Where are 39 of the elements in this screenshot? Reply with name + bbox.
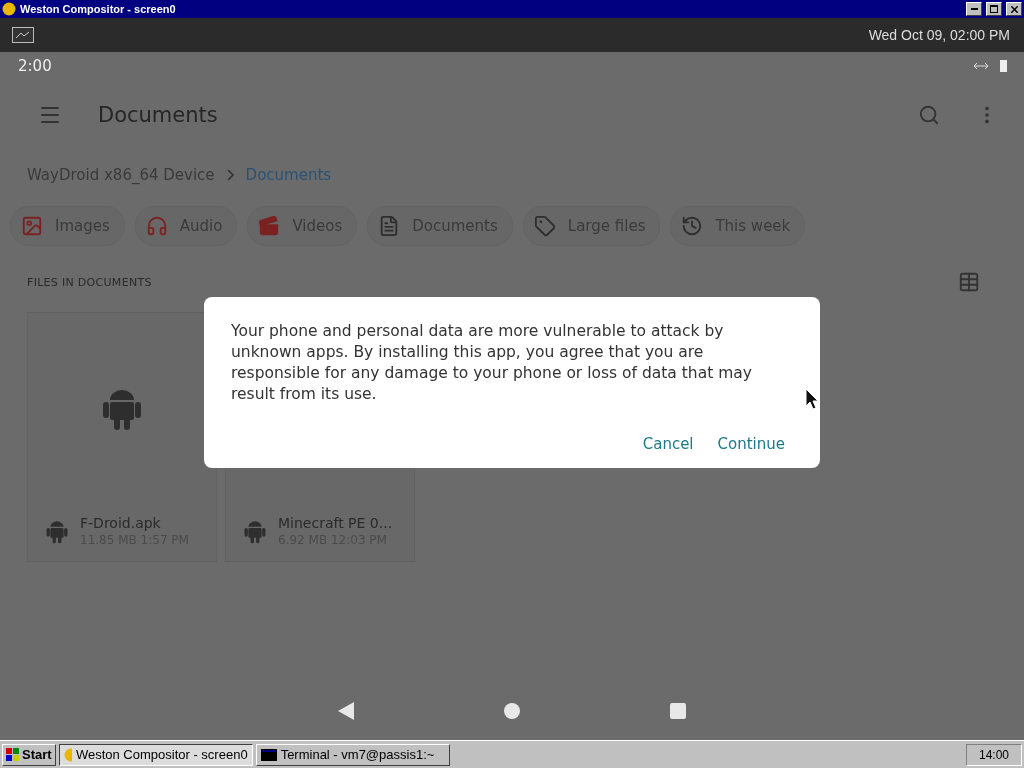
dialog-button[interactable]: Cancel xyxy=(634,429,702,459)
tray-clock: 14:00 xyxy=(965,743,1022,766)
window-title: Weston Compositor - screen0 xyxy=(20,3,177,15)
back-icon[interactable] xyxy=(338,702,354,720)
status-time: 2:00 xyxy=(18,57,52,75)
history-icon xyxy=(681,215,704,237)
dialog-message: Your phone and personal data are more vulnerable to attack by unknown apps. By installing this app, you agree that you are responsible for any damage to your phone or loss of data that may result from its use. xyxy=(231,321,753,405)
minimize-button[interactable] xyxy=(966,2,982,16)
android-icon xyxy=(46,518,68,544)
windows-logo-icon xyxy=(6,747,20,762)
list-view-icon[interactable] xyxy=(958,271,980,293)
panel-clock: Wed Oct 09, 02:00 PM xyxy=(868,27,1010,43)
dialog-button[interactable]: Continue xyxy=(709,429,793,459)
section-title: FILES IN DOCUMENTS xyxy=(27,275,152,289)
image-icon xyxy=(21,215,43,237)
chevron-icon xyxy=(226,169,234,181)
clapperboard-icon xyxy=(258,215,281,237)
taskbar-task[interactable]: Weston Compositor - screen0 xyxy=(58,743,253,766)
breadcrumb-item[interactable]: Documents xyxy=(245,166,332,184)
logo-icon xyxy=(63,747,72,762)
terminal-icon[interactable] xyxy=(12,27,34,43)
restore-icon xyxy=(990,5,998,13)
toolbar-title: Documents xyxy=(98,103,219,127)
file-name: Minecraft PE 0... xyxy=(278,515,393,531)
close-icon xyxy=(1010,5,1018,13)
maximize-button[interactable] xyxy=(986,2,1002,16)
logo-icon xyxy=(2,2,16,16)
search-icon[interactable] xyxy=(918,104,940,126)
terminal-icon xyxy=(260,748,277,761)
status-icons xyxy=(972,59,1008,73)
taskbar-task[interactable]: Terminal - vm7@passis1:~ xyxy=(255,743,450,766)
start-button[interactable]: Start xyxy=(2,743,56,766)
file-name: F-Droid.apk xyxy=(80,515,162,531)
close-button[interactable] xyxy=(1006,2,1022,16)
tag-icon xyxy=(533,215,556,237)
home-icon[interactable] xyxy=(504,703,520,719)
minimize-icon xyxy=(970,8,978,10)
headphones-icon xyxy=(145,215,168,237)
android-icon xyxy=(244,518,266,544)
